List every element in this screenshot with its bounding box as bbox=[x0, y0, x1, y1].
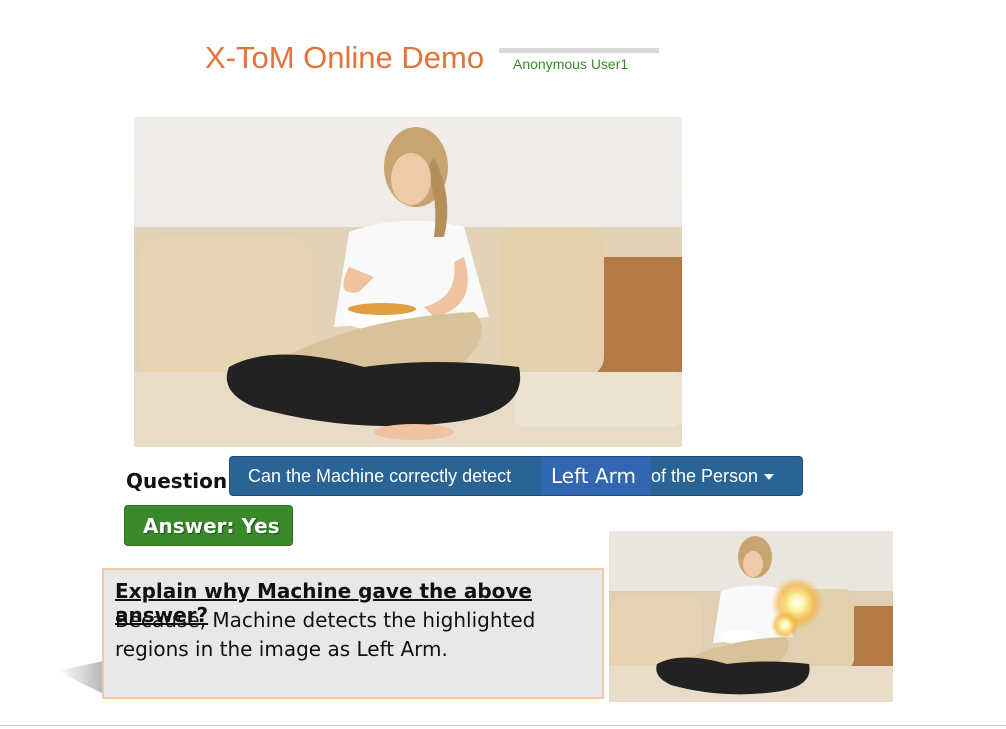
explanation-image bbox=[609, 531, 893, 702]
explanation-box: Explain why Machine gave the above answe… bbox=[102, 568, 604, 699]
question-label-text: Question bbox=[126, 469, 228, 493]
selected-body-part: Left Arm bbox=[551, 464, 637, 488]
question-prefix: Can the Machine correctly detect bbox=[248, 466, 512, 486]
question-suffix: of the Person bbox=[651, 466, 775, 487]
main-image bbox=[134, 117, 682, 447]
bottom-divider bbox=[0, 725, 1006, 726]
user-name: Anonymous User1 bbox=[513, 56, 629, 72]
caret-down-icon[interactable] bbox=[764, 474, 775, 481]
question-label: Question: bbox=[126, 469, 234, 493]
question-dropdown[interactable]: Can the Machine correctly detect Left Ar… bbox=[229, 456, 803, 496]
question-suffix-text: of the Person bbox=[651, 466, 759, 486]
user-badge: Anonymous User1 bbox=[499, 48, 659, 75]
explanation-line-1: Because, Machine detects the highlighted bbox=[115, 608, 536, 632]
answer-label: Answer: Yes bbox=[143, 514, 280, 538]
page-title: X-ToM Online Demo bbox=[205, 40, 485, 75]
body-part-select[interactable]: Left Arm bbox=[541, 457, 651, 495]
callout-shadow bbox=[58, 660, 108, 696]
explanation-line-2: regions in the image as Left Arm. bbox=[115, 637, 448, 661]
answer-button[interactable]: Answer: Yes bbox=[124, 505, 293, 546]
